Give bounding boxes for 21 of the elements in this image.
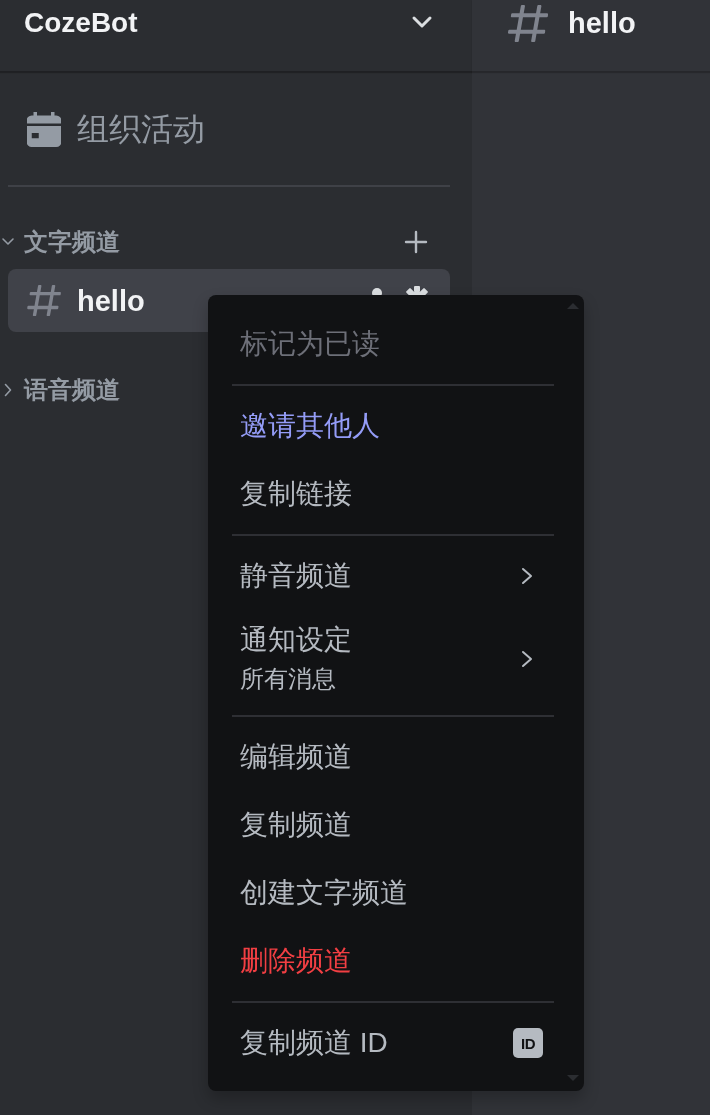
hash-icon (27, 285, 61, 316)
menu-item[interactable]: 创建文字频道 (216, 859, 576, 927)
events-item[interactable]: 组织活动 (27, 100, 205, 158)
channel-title: hello (568, 6, 636, 41)
menu-item[interactable]: 删除频道 (216, 927, 576, 995)
category-header[interactable]: 文字频道 (24, 228, 120, 256)
server-name[interactable]: CozeBot (24, 6, 138, 40)
calendar-icon (27, 111, 61, 147)
menu-item[interactable]: 复制频道 ID ID (216, 1009, 576, 1077)
menu-item[interactable]: 通知设定 所有消息 (216, 610, 576, 709)
person-icon[interactable] (370, 286, 384, 295)
menu-item[interactable]: 静音频道 (216, 542, 576, 610)
menu-item[interactable]: 邀请其他人 (216, 392, 576, 460)
menu-item[interactable]: 编辑频道 (216, 723, 576, 791)
id-badge: ID (513, 1028, 543, 1058)
add-icon[interactable] (404, 230, 428, 254)
channel-name[interactable]: hello (77, 282, 145, 319)
category-header[interactable]: 语音频道 (24, 376, 120, 404)
hash-icon (508, 5, 548, 42)
menu-item[interactable]: 复制链接 (216, 460, 576, 528)
menu-item[interactable]: 复制频道 (216, 791, 576, 859)
